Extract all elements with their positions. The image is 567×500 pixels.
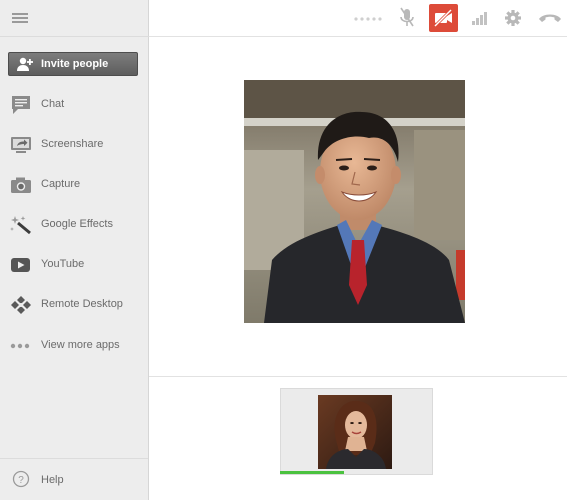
sidebar-item-youtube[interactable]: YouTube — [0, 245, 148, 285]
sidebar-item-label: Screenshare — [41, 138, 104, 150]
sidebar-item-label: View more apps — [41, 339, 120, 351]
chat-icon — [12, 96, 30, 114]
sidebar-item-label: YouTube — [41, 258, 85, 270]
invite-people-button[interactable]: Invite people — [8, 52, 138, 76]
hangup-icon[interactable] — [537, 4, 563, 32]
sidebar-item-screenshare[interactable]: Screenshare — [0, 125, 148, 165]
camera-off-button[interactable] — [429, 4, 458, 32]
remote-desktop-icon — [11, 296, 31, 314]
toolbar — [149, 0, 567, 37]
sidebar-item-label: Chat — [41, 98, 65, 110]
audio-level-fill — [280, 471, 344, 474]
more-dots-icon — [10, 343, 30, 349]
audio-level-meter — [280, 471, 433, 474]
gear-icon[interactable] — [502, 4, 524, 32]
sidebar-item-chat[interactable]: Chat — [0, 85, 148, 125]
main-video-image — [244, 80, 465, 323]
sidebar-item-view-more-apps[interactable]: View more apps — [0, 326, 148, 366]
divider — [149, 376, 567, 377]
sidebar-item-capture[interactable]: Capture — [0, 165, 148, 205]
invite-people-label: Invite people — [41, 58, 109, 70]
youtube-play-icon — [11, 258, 30, 272]
sidebar-item-remote-desktop[interactable]: Remote Desktop — [0, 285, 148, 325]
sidebar-item-label: Capture — [41, 178, 81, 190]
svg-text:?: ? — [18, 475, 24, 486]
menu-icon[interactable] — [12, 11, 30, 25]
effects-wand-icon — [10, 216, 31, 235]
sidebar-item-label: Remote Desktop — [41, 298, 123, 310]
participant-video — [318, 395, 392, 469]
sidebar: Invite people Chat Screenshare Capture G… — [0, 0, 149, 500]
main-video-feed — [244, 80, 465, 323]
sidebar-item-google-effects[interactable]: Google Effects — [0, 205, 148, 245]
dots-icon[interactable] — [351, 4, 389, 32]
camera-icon — [11, 177, 31, 193]
signal-bars-icon[interactable] — [469, 4, 491, 32]
add-person-icon — [17, 57, 33, 71]
participant-thumbnail[interactable] — [280, 388, 433, 475]
help-button[interactable]: ? Help — [0, 459, 148, 500]
screenshare-icon — [11, 137, 31, 153]
camera-off-icon — [433, 8, 453, 28]
participant-image — [318, 395, 392, 469]
mic-mute-icon[interactable] — [397, 4, 417, 32]
help-icon: ? — [12, 470, 30, 488]
sidebar-item-label: Google Effects — [41, 218, 113, 230]
divider — [0, 36, 149, 37]
help-label: Help — [41, 474, 64, 486]
